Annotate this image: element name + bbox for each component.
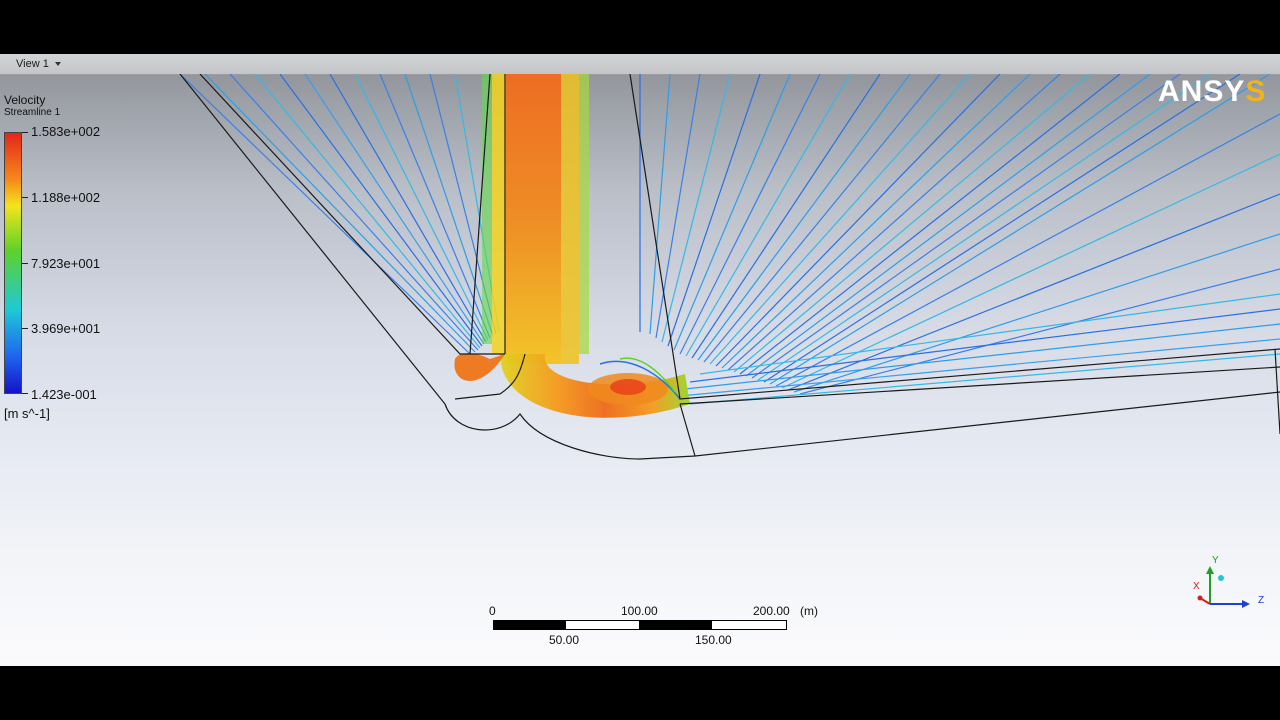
letterbox-bottom [0, 666, 1280, 720]
scale-bar [493, 620, 787, 630]
scale-label: 150.00 [695, 633, 732, 647]
legend-units: [m s^-1] [4, 406, 50, 421]
streamlines-slow [179, 74, 1280, 405]
domain-outline [179, 74, 1280, 460]
logo-text: ANSY [1158, 75, 1246, 108]
scale-segment [639, 621, 712, 629]
legend-tick-label: 1.188e+002 [31, 190, 101, 205]
legend-tick-label: 1.423e-001 [31, 387, 97, 402]
view-selector-label: View 1 [16, 58, 49, 70]
viewer-3d[interactable]: View 1 Velocity Streamline 1 1.583e+002 … [0, 54, 1280, 666]
legend-tick [22, 132, 28, 133]
scale-label: 50.00 [549, 633, 580, 647]
axis-y-label: Y [1212, 555, 1219, 566]
legend-tick-label: 1.583e+002 [31, 124, 101, 139]
legend-tick [22, 263, 28, 264]
chevron-down-icon [54, 62, 61, 67]
view-selector-dropdown[interactable]: View 1 [8, 56, 69, 72]
axis-z-label: Z [1258, 595, 1265, 606]
scale-segment [494, 621, 566, 629]
streamline-scene[interactable] [0, 74, 1280, 666]
legend-tick [22, 197, 28, 198]
legend-tick-label: 3.969e+001 [31, 321, 101, 336]
axis-triad[interactable] [1188, 552, 1268, 616]
legend-tick [22, 328, 28, 329]
scale-unit: (m) [800, 604, 818, 618]
axis-x-label: X [1193, 581, 1200, 592]
scale-label: 100.00 [621, 604, 658, 618]
legend-tick [22, 393, 28, 394]
ansys-logo: ANSYS [1158, 76, 1266, 108]
legend-title: Velocity [4, 93, 46, 107]
legend-subtitle: Streamline 1 [4, 107, 61, 118]
legend-colorbar [4, 132, 22, 394]
letterbox-top [0, 0, 1280, 54]
legend-tick-label: 7.923e+001 [31, 256, 101, 271]
scale-label: 0 [489, 604, 496, 618]
logo-text-accent: S [1245, 75, 1267, 108]
scale-label: 200.00 [753, 604, 790, 618]
viewport-toolbar: View 1 [0, 54, 1280, 75]
streamlines-fast [454, 74, 690, 418]
